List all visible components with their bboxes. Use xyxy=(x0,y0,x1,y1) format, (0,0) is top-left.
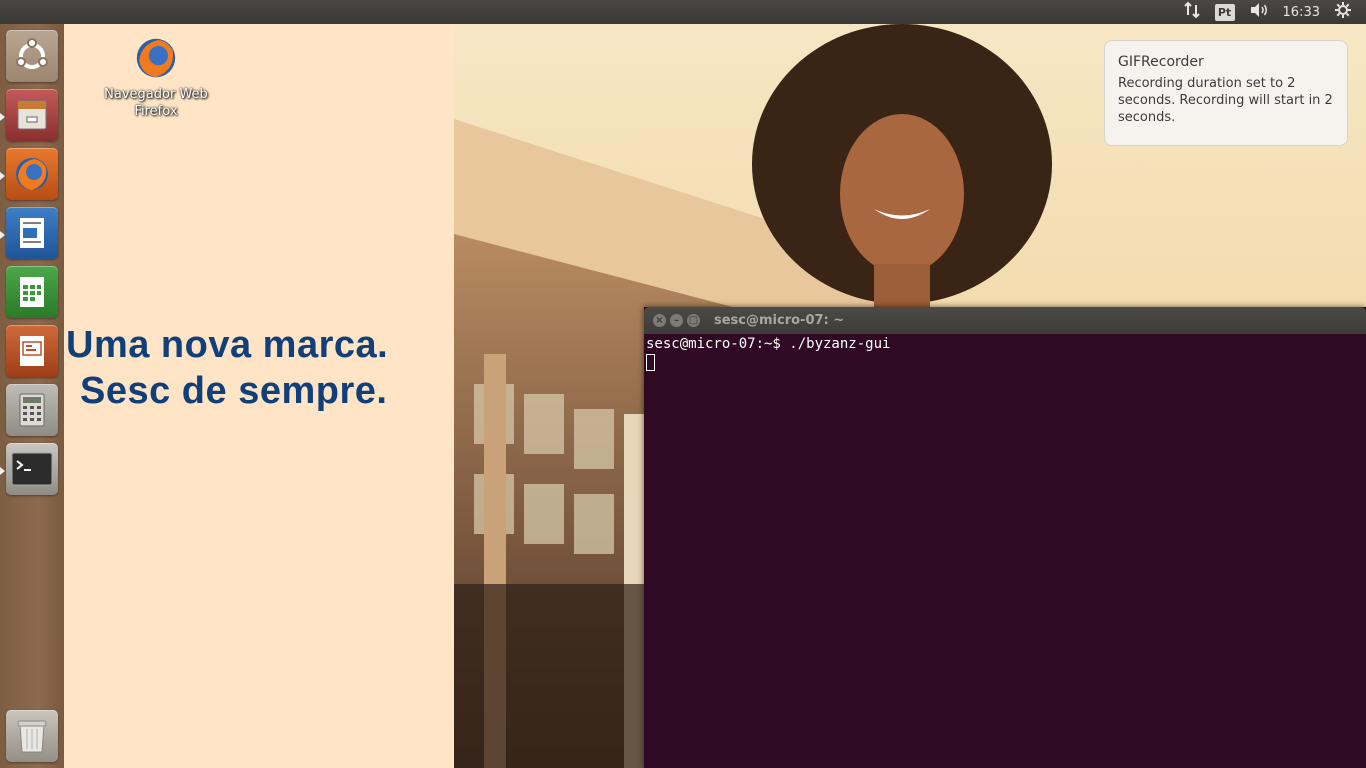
notification-title: GIFRecorder xyxy=(1118,54,1204,70)
dash-ubuntu-icon[interactable] xyxy=(6,30,58,82)
session-gear-icon[interactable] xyxy=(1334,1,1352,23)
clock[interactable]: 16:33 xyxy=(1283,5,1320,20)
terminal-icon[interactable] xyxy=(6,443,58,495)
terminal-prompt-line: sesc@micro-07:~$ ./byzanz-gui xyxy=(646,336,891,352)
slogan-line1: Uma nova marca. xyxy=(66,324,389,366)
system-tray: Pt 16:33 xyxy=(1183,0,1366,24)
desktop-icon-label: Navegador Web Firefox xyxy=(86,86,226,120)
files-icon[interactable] xyxy=(6,89,58,141)
desktop-icon-label-line2: Firefox xyxy=(134,104,178,119)
desktop-icon-label-line1: Navegador Web xyxy=(104,87,208,102)
running-indicator xyxy=(0,172,5,180)
close-icon[interactable]: × xyxy=(653,314,666,327)
libreoffice-calc-icon[interactable] xyxy=(6,266,58,318)
desktop-icon-firefox[interactable]: Navegador Web Firefox xyxy=(86,34,226,120)
running-indicator xyxy=(0,113,5,121)
firefox-icon[interactable] xyxy=(6,148,58,200)
slogan-line2: Sesc de sempre. xyxy=(80,370,388,412)
running-indicator xyxy=(0,467,5,475)
wallpaper-slogan: Uma nova marca. Sesc de sempre. xyxy=(66,322,446,414)
terminal-content[interactable]: sesc@micro-07:~$ ./byzanz-gui xyxy=(644,334,1366,378)
network-icon[interactable] xyxy=(1183,1,1201,23)
top-panel: Pt 16:33 xyxy=(0,0,1366,24)
keyboard-layout-indicator[interactable]: Pt xyxy=(1214,3,1235,21)
libreoffice-impress-icon[interactable] xyxy=(6,325,58,377)
terminal-titlebar[interactable]: × – □ sesc@micro-07: ~ xyxy=(644,307,1366,334)
libreoffice-writer-icon[interactable] xyxy=(6,207,58,259)
terminal-cursor xyxy=(646,354,655,371)
trash-icon[interactable] xyxy=(6,710,58,762)
volume-icon[interactable] xyxy=(1249,2,1269,22)
minimize-icon[interactable]: – xyxy=(670,314,683,327)
firefox-icon xyxy=(132,38,180,86)
terminal-window[interactable]: × – □ sesc@micro-07: ~ sesc@micro-07:~$ … xyxy=(644,307,1366,768)
launcher xyxy=(0,24,65,768)
running-indicator xyxy=(0,231,5,239)
calculator-icon[interactable] xyxy=(6,384,58,436)
notification-body: Recording duration set to 2 seconds. Rec… xyxy=(1118,76,1333,125)
terminal-title: sesc@micro-07: ~ xyxy=(714,313,845,328)
notification-bubble: GIFRecorder Recording duration set to 2 … xyxy=(1104,40,1348,146)
maximize-icon[interactable]: □ xyxy=(687,314,700,327)
